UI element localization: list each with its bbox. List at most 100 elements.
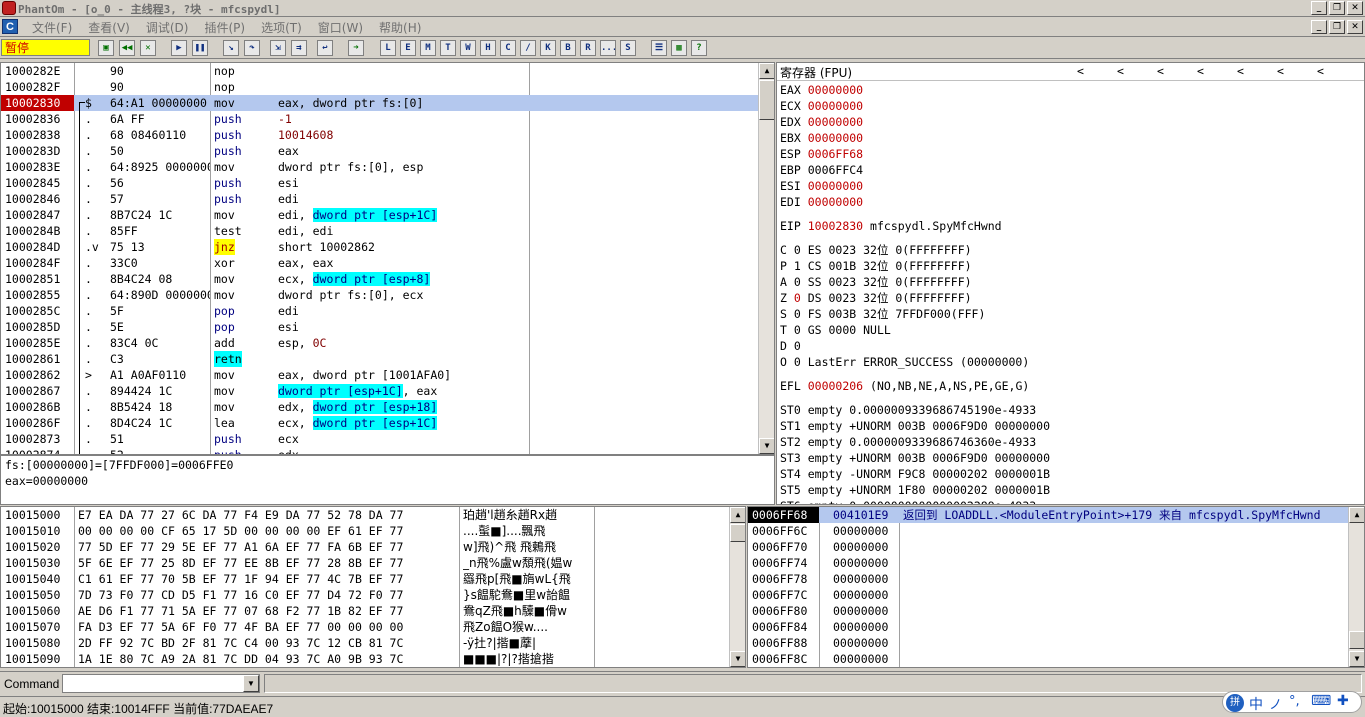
disasm-row[interactable]: 1000283D. 50 push eax [1, 143, 758, 159]
minimize-button[interactable]: _ [1311, 1, 1327, 15]
disasm-row[interactable]: 1000285C. 5F pop edi [1, 303, 758, 319]
arrow-left-icon[interactable]: < [1197, 64, 1204, 78]
menu-file[interactable]: 文件(F) [24, 19, 80, 36]
flag-value[interactable]: A 0 [780, 275, 801, 289]
mdi-close-button[interactable]: ✕ [1347, 20, 1363, 34]
menu-view[interactable]: 查看(V) [80, 19, 138, 36]
flag-value[interactable]: Z 0 [780, 291, 801, 305]
register-row[interactable]: ESI 00000000 [780, 178, 863, 194]
step-over-icon[interactable]: ↷ [244, 40, 260, 56]
arrow-left-icon[interactable]: < [1077, 64, 1084, 78]
fpu-register-row[interactable]: ST3 empty +UNORM 003B 0006F9D0 00000000 [780, 450, 1050, 466]
pause-icon[interactable]: ❚❚ [192, 40, 208, 56]
menu-debug[interactable]: 调试(D) [138, 19, 197, 36]
disassembly-pane[interactable]: 1000282E 90 nop 1000282F 90 nop 10002830 $64:A1… [0, 62, 775, 455]
register-row[interactable]: EBP 0006FFC4 [780, 162, 863, 178]
goto-icon[interactable]: ➜ [348, 40, 364, 56]
stack-row[interactable]: 0006FF70 00000000 [748, 539, 1348, 555]
cpu-button[interactable]: C [500, 40, 516, 56]
patches-button[interactable]: / [520, 40, 536, 56]
stack-pane[interactable]: 0006FF68 004101E9 返回到 LOADDLL.<ModuleEntry… [747, 506, 1365, 668]
log-window-button[interactable]: L [380, 40, 396, 56]
restart-icon[interactable]: ◀◀ [119, 40, 135, 56]
register-row[interactable]: EFL 00000206 (NO,NB,NE,A,NS,PE,GE,G) [780, 378, 1029, 394]
disasm-row[interactable]: 10002851. 8B4C24 08 mov ecx, dword ptr [esp… [1, 271, 758, 287]
close-debuggee-icon[interactable]: ✕ [140, 40, 156, 56]
fpu-register-row[interactable]: ST6 empty 0.0000000000000002289e-4933 [780, 498, 1036, 504]
scroll-up-icon[interactable]: ▲ [1349, 507, 1364, 523]
disasm-row[interactable]: 10002855. 64:890D 00000000 mov dword ptr fs… [1, 287, 758, 303]
register-value[interactable]: 10002830 [808, 219, 863, 233]
flag-row[interactable]: O 0 LastErr ERROR_SUCCESS (00000000) [780, 354, 1029, 370]
help-icon[interactable]: ? [691, 40, 707, 56]
dump-row[interactable]: 10015050 7D 73 F0 77 CD D5 F1 77 16 C0 EF… [1, 587, 729, 603]
disasm-row[interactable]: 1000284F. 33C0 xor eax, eax [1, 255, 758, 271]
disasm-row[interactable]: 1000282F 90 nop [1, 79, 758, 95]
register-row[interactable]: EBX 00000000 [780, 130, 863, 146]
restore-button[interactable]: ❐ [1329, 1, 1345, 15]
windows-button[interactable]: W [460, 40, 476, 56]
menu-options[interactable]: 选项(T) [253, 19, 310, 36]
call-stack-button[interactable]: K [540, 40, 556, 56]
run-icon[interactable]: ▶ [171, 40, 187, 56]
register-row[interactable]: EIP 10002830 mfcspydl.SpyMfcHwnd [780, 218, 1002, 234]
memory-dump-pane[interactable]: 10015000 E7 EA DA 77 27 6C DA 77 F4 E9 DA… [0, 506, 746, 668]
disasm-row[interactable]: 10002874. 52 push edx [1, 447, 758, 454]
flag-row[interactable]: Z 0 DS 0023 32位 0(FFFFFFFF) [780, 290, 972, 306]
menu-window[interactable]: 窗口(W) [310, 19, 371, 36]
arrow-left-icon[interactable]: < [1237, 64, 1244, 78]
dump-row[interactable]: 10015040 C1 61 EF 77 70 5B EF 77 1F 94 EF… [1, 571, 729, 587]
references-button[interactable]: R [580, 40, 596, 56]
soft-keyboard-icon[interactable]: ⌨ [1311, 693, 1331, 709]
stack-row[interactable]: 0006FF68 004101E9 返回到 LOADDLL.<ModuleEntry… [748, 507, 1348, 523]
fpu-register-row[interactable]: ST5 empty +UNORM 1F80 00000202 0000001B [780, 482, 1050, 498]
disasm-row[interactable]: 10002862 > A1 A0AF0110 mov eax, dword ptr [1… [1, 367, 758, 383]
dump-row[interactable]: 10015000 E7 EA DA 77 27 6C DA 77 F4 E9 DA… [1, 507, 729, 523]
fpu-register-row[interactable]: ST4 empty -UNORM F9C8 00000202 0000001B [780, 466, 1050, 482]
threads-button[interactable]: T [440, 40, 456, 56]
register-row[interactable]: EAX 00000000 [780, 82, 863, 98]
disasm-row[interactable]: 10002830 $64:A1 00000000 mov eax, dword ptr… [1, 95, 758, 111]
register-row[interactable]: ECX 00000000 [780, 98, 863, 114]
ime-toolbar[interactable]: 拼 中 ノ °, ⌨ ✚ [1222, 691, 1362, 713]
mdi-minimize-button[interactable]: _ [1311, 20, 1327, 34]
executable-modules-button[interactable]: E [400, 40, 416, 56]
dump-row[interactable]: 10015010 00 00 00 00 CF 65 17 5D 00 00 00… [1, 523, 729, 539]
register-value[interactable]: 0006FF68 [808, 147, 863, 161]
registers-pane[interactable]: 寄存器 (FPU) < < < < < < < EAX 00000000 ECX 000000… [776, 62, 1365, 505]
stack-scrollbar[interactable]: ▲ ▼ [1348, 507, 1364, 667]
scroll-up-icon[interactable]: ▲ [759, 63, 774, 79]
source-button[interactable]: S [620, 40, 636, 56]
dump-row[interactable]: 10015030 5F 6E EF 77 25 8D EF 77 EE 8B EF… [1, 555, 729, 571]
register-value[interactable]: 00000000 [808, 115, 863, 129]
scroll-up-icon[interactable]: ▲ [730, 507, 745, 523]
ime-settings-icon[interactable]: ✚ [1337, 693, 1349, 709]
ime-chinese-icon[interactable]: 中 [1249, 694, 1263, 714]
arrow-left-icon[interactable]: < [1117, 64, 1124, 78]
memory-map-button[interactable]: M [420, 40, 436, 56]
dump-row[interactable]: 10015070 FA D3 EF 77 5A 6F F0 77 4F BA EF… [1, 619, 729, 635]
arrow-left-icon[interactable]: < [1277, 64, 1284, 78]
grid-icon[interactable]: ▦ [671, 40, 687, 56]
mdi-restore-button[interactable]: ❐ [1329, 20, 1345, 34]
run-trace-button[interactable]: ... [600, 40, 616, 56]
stack-row[interactable]: 0006FF78 00000000 [748, 571, 1348, 587]
register-value[interactable]: 00000000 [808, 195, 863, 209]
arrow-left-icon[interactable]: < [1157, 64, 1164, 78]
mdi-child-icon[interactable]: C [2, 19, 18, 34]
disasm-row[interactable]: 1000284D .v 75 13 jnz short 10002862 [1, 239, 758, 255]
stack-row[interactable]: 0006FF80 00000000 [748, 603, 1348, 619]
flag-value[interactable]: C 0 [780, 243, 801, 257]
flag-value[interactable]: S 0 [780, 307, 801, 321]
disasm-row[interactable]: 1000283E. 64:8925 00000000 mov dword ptr fs… [1, 159, 758, 175]
dump-row[interactable]: 10015060 AE D6 F1 77 71 5A EF 77 07 68 F2… [1, 603, 729, 619]
disasm-row[interactable]: 1000285D. 5E pop esi [1, 319, 758, 335]
list-icon[interactable]: ☰ [651, 40, 667, 56]
flag-value[interactable]: T 0 [780, 323, 801, 337]
flag-row[interactable]: P 1 CS 001B 32位 0(FFFFFFFF) [780, 258, 972, 274]
execute-till-return-icon[interactable]: ↩ [317, 40, 333, 56]
dump-scrollbar[interactable]: ▲ ▼ [729, 507, 745, 667]
stack-row[interactable]: 0006FF88 00000000 [748, 635, 1348, 651]
trace-into-icon[interactable]: ⇲ [270, 40, 286, 56]
disasm-row[interactable]: 10002836. 6A FF push -1 [1, 111, 758, 127]
